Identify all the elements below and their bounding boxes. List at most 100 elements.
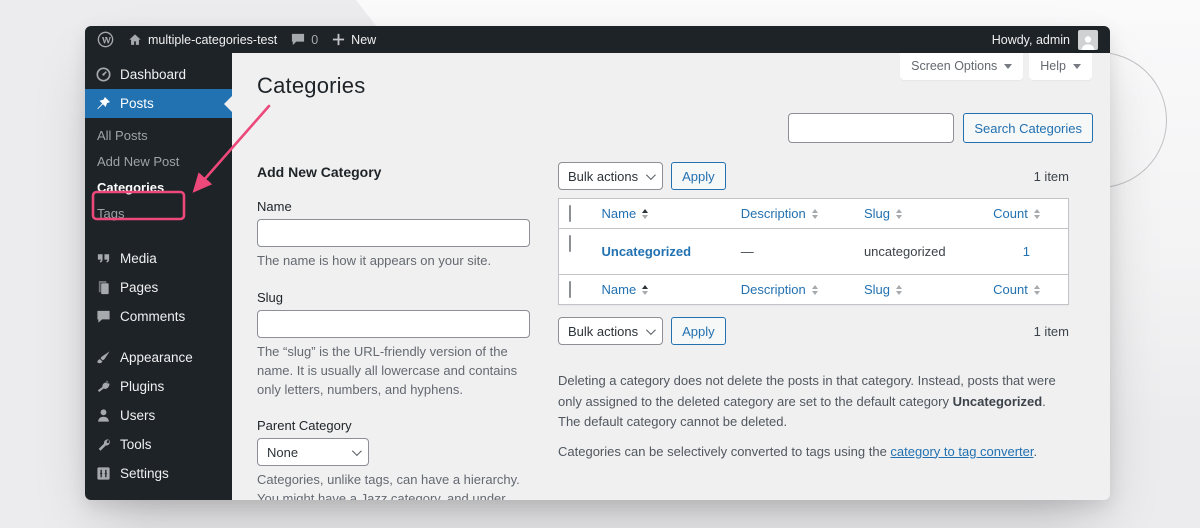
category-count-link[interactable]: 1: [1023, 244, 1030, 259]
screen-options-button[interactable]: Screen Options: [900, 53, 1024, 80]
wordpress-logo-icon[interactable]: [97, 31, 114, 48]
column-header-description[interactable]: Description: [730, 198, 854, 229]
sidebar-item-label: Comments: [120, 309, 186, 324]
sort-arrows-icon: [642, 208, 649, 219]
comments-toolbar-item[interactable]: 0: [291, 33, 318, 47]
sidebar-item-tags[interactable]: Tags: [85, 200, 232, 226]
dashboard-icon: [96, 67, 111, 82]
sidebar-item-plugins[interactable]: Plugins: [85, 372, 232, 401]
parent-category-value: None: [267, 444, 299, 460]
select-all-checkbox[interactable]: [569, 205, 571, 222]
category-slug-input[interactable]: [257, 309, 530, 338]
category-name-link[interactable]: Uncategorized: [602, 244, 692, 259]
column-label: Count: [993, 282, 1028, 297]
sidebar-item-users[interactable]: Users: [85, 401, 232, 430]
plus-icon: [333, 33, 345, 46]
slug-label: Slug: [257, 289, 284, 305]
tablenav-bottom: Bulk actions Apply 1 item: [558, 317, 1069, 345]
search-categories-button[interactable]: Search Categories: [963, 113, 1093, 143]
column-header-slug[interactable]: Slug: [853, 198, 984, 229]
category-name-input[interactable]: [257, 219, 530, 247]
home-icon: [129, 33, 141, 45]
search-input[interactable]: [788, 113, 955, 143]
screen-options-label: Screen Options: [911, 59, 998, 73]
category-to-tag-converter-link[interactable]: category to tag converter: [890, 444, 1033, 459]
categories-table: Name Description Slug Count Uncategorize…: [558, 198, 1069, 305]
sidebar-item-add-new-post[interactable]: Add New Post: [85, 148, 232, 174]
category-description: —: [740, 244, 754, 259]
wordpress-admin-window: multiple-categories-test 0 New Howdy, ad…: [85, 26, 1110, 500]
sidebar-item-pages[interactable]: Pages: [85, 273, 232, 302]
column-label: Slug: [863, 206, 890, 221]
sort-arrows-icon: [811, 208, 818, 219]
help-label: Help: [1040, 59, 1066, 73]
note-bold: Uncategorized: [952, 393, 1043, 409]
admin-toolbar: multiple-categories-test 0 New Howdy, ad…: [85, 26, 1110, 53]
category-slug: uncategorized: [863, 244, 946, 259]
sidebar-item-comments[interactable]: Comments: [85, 302, 232, 331]
table-row: Uncategorized — uncategorized 1: [559, 229, 1069, 275]
sort-arrows-icon: [895, 284, 902, 295]
help-button[interactable]: Help: [1029, 53, 1092, 80]
sidebar-item-label: Appearance: [120, 350, 193, 365]
column-footer-count[interactable]: Count: [983, 274, 1069, 305]
sort-arrows-icon: [1033, 284, 1040, 295]
apply-button-bottom[interactable]: Apply: [671, 317, 726, 345]
parent-category-label: Parent Category: [257, 418, 352, 434]
select-all-checkbox[interactable]: [569, 281, 571, 298]
howdy-text[interactable]: Howdy, admin: [992, 33, 1070, 47]
column-footer-description[interactable]: Description: [730, 274, 854, 305]
slug-help-text: The “slug” is the URL-friendly version o…: [257, 343, 518, 397]
bulk-actions-select-bottom[interactable]: Bulk actions: [558, 317, 664, 345]
site-menu[interactable]: multiple-categories-test: [128, 33, 277, 47]
pages-icon: [96, 280, 111, 295]
sidebar-item-categories[interactable]: Categories: [85, 174, 232, 200]
row-checkbox[interactable]: [569, 235, 571, 252]
sidebar-item-tools[interactable]: Tools: [85, 430, 232, 459]
sort-arrows-icon: [811, 284, 818, 295]
column-footer-slug[interactable]: Slug: [853, 274, 984, 305]
parent-category-select[interactable]: None: [257, 438, 369, 467]
delete-note: Deleting a category does not delete the …: [558, 371, 1069, 433]
appearance-icon: [96, 350, 111, 365]
bulk-actions-select[interactable]: Bulk actions: [558, 162, 664, 190]
item-count-bottom: 1 item: [1033, 323, 1069, 339]
note-text: Categories can be selectively converted …: [558, 443, 891, 459]
site-name: multiple-categories-test: [148, 32, 278, 47]
sidebar-item-media[interactable]: Media: [85, 244, 232, 273]
comments-icon: [96, 309, 111, 324]
add-category-form: Add New Category Name The name is how it…: [257, 156, 530, 500]
tools-icon: [96, 437, 111, 452]
column-label: Description: [740, 206, 806, 221]
plugins-icon: [96, 379, 111, 394]
chevron-down-icon: [646, 169, 656, 180]
bulk-actions-value: Bulk actions: [568, 168, 639, 184]
sidebar-item-posts[interactable]: Posts: [85, 89, 232, 118]
apply-button[interactable]: Apply: [671, 162, 726, 190]
sidebar-item-all-posts[interactable]: All Posts: [85, 122, 232, 148]
sidebar-item-dashboard[interactable]: Dashboard: [85, 60, 232, 89]
new-content-button[interactable]: New: [332, 33, 376, 47]
posts-submenu: All Posts Add New Post Categories Tags: [85, 118, 232, 232]
sidebar-item-label: Users: [120, 408, 156, 423]
name-label: Name: [257, 199, 292, 214]
name-help-text: The name is how it appears on your site.: [257, 253, 492, 268]
column-header-count[interactable]: Count: [983, 198, 1069, 229]
avatar[interactable]: [1078, 29, 1098, 50]
converter-note: Categories can be selectively converted …: [558, 442, 1069, 463]
item-count: 1 item: [1033, 168, 1069, 184]
column-footer-name[interactable]: Name: [591, 274, 731, 305]
media-icon: [96, 251, 111, 266]
sort-arrows-icon: [642, 284, 649, 295]
sidebar-item-appearance[interactable]: Appearance: [85, 343, 232, 372]
sidebar-item-label: Dashboard: [120, 67, 187, 82]
sidebar-item-label: Tools: [120, 437, 152, 452]
sidebar-item-settings[interactable]: Settings: [85, 459, 232, 488]
chevron-down-icon: [1004, 63, 1013, 69]
column-header-name[interactable]: Name: [591, 198, 731, 229]
parent-help-text: Categories, unlike tags, can have a hier…: [257, 472, 520, 500]
bulk-actions-value: Bulk actions: [568, 323, 639, 339]
avatar-icon: [1081, 35, 1095, 50]
chevron-down-icon: [646, 324, 656, 335]
note-text: .: [1033, 443, 1038, 459]
